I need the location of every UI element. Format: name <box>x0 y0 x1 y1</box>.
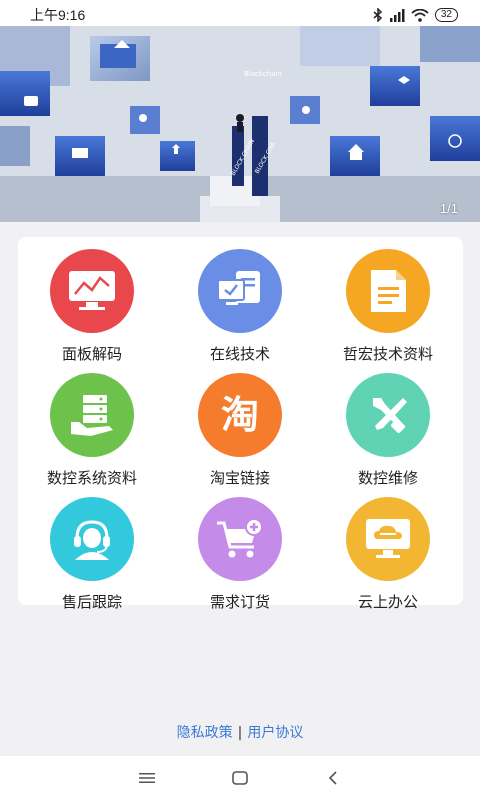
online-tech-icon <box>198 249 282 333</box>
user-agreement-link[interactable]: 用户协议 <box>247 725 303 741</box>
menu-grid: 面板解码 在线技术 哲宏技术资料 数控系统资料 淘 淘宝链接 数控维修 售后跟踪… <box>18 237 463 611</box>
menu-item-taobao-link[interactable]: 淘 淘宝链接 <box>166 373 314 491</box>
banner-caption: Blockchain <box>244 70 282 78</box>
phone-icon <box>24 96 38 106</box>
settings-icon <box>302 106 310 114</box>
banner-carousel[interactable]: Blockchain BLOCK CHAIN BLOCK CHA 1/1 <box>0 26 480 222</box>
back-arrow-icon <box>329 771 337 785</box>
menu-label: 哲宏技术资料 <box>342 345 433 363</box>
back-nav-button[interactable] <box>313 758 353 798</box>
wifi-icon <box>411 8 429 22</box>
menu-item-cloud-office[interactable]: 云上办公 <box>314 497 462 615</box>
status-icons: 32 <box>373 8 458 22</box>
shopping-cart-icon <box>198 497 282 581</box>
menu-icon <box>138 773 155 783</box>
taobao-icon: 淘 <box>198 373 282 457</box>
location-icon <box>139 114 147 122</box>
menu-item-online-tech[interactable]: 在线技术 <box>166 249 314 367</box>
svg-text:淘: 淘 <box>221 393 259 437</box>
cloud-desktop-icon <box>346 497 430 581</box>
menu-item-cnc-repair[interactable]: 数控维修 <box>314 373 462 491</box>
menu-label: 需求订货 <box>209 593 270 611</box>
menu-label: 数控维修 <box>357 469 418 487</box>
signal-icon <box>389 8 405 22</box>
headset-support-icon <box>50 497 134 581</box>
menu-label: 面板解码 <box>61 345 122 363</box>
menu-label: 售后跟踪 <box>61 593 122 611</box>
privacy-policy-link[interactable]: 隐私政策 <box>177 725 233 741</box>
folder-icon <box>72 148 88 158</box>
document-icon <box>346 249 430 333</box>
menu-item-cnc-system-docs[interactable]: 数控系统资料 <box>18 373 166 491</box>
footer-separator: | <box>237 725 243 741</box>
home-nav-button[interactable] <box>220 758 260 798</box>
menu-item-after-sales[interactable]: 售后跟踪 <box>18 497 166 615</box>
banner-page-counter: 1/1 <box>439 201 458 216</box>
menu-label: 云上办公 <box>357 593 418 611</box>
repair-tools-icon <box>346 373 430 457</box>
menu-item-demand-order[interactable]: 需求订货 <box>166 497 314 615</box>
bluetooth-icon <box>373 8 383 22</box>
navigation-bar <box>0 756 480 800</box>
menu-label: 淘宝链接 <box>209 469 270 487</box>
menu-item-zhehong-docs[interactable]: 哲宏技术资料 <box>314 249 462 367</box>
footer-links: 隐私政策 | 用户协议 <box>0 722 480 742</box>
home-square-icon <box>232 771 248 785</box>
menu-label: 数控系统资料 <box>46 469 137 487</box>
menu-item-panel-decode[interactable]: 面板解码 <box>18 249 166 367</box>
server-hand-icon <box>50 373 134 457</box>
battery-indicator: 32 <box>434 8 458 22</box>
status-time: 上午9:16 <box>30 7 86 23</box>
banner-image: Blockchain BLOCK CHAIN BLOCK CHA <box>0 26 480 222</box>
menu-nav-button[interactable] <box>127 758 167 798</box>
menu-label: 在线技术 <box>209 345 270 363</box>
chart-monitor-icon <box>50 249 134 333</box>
